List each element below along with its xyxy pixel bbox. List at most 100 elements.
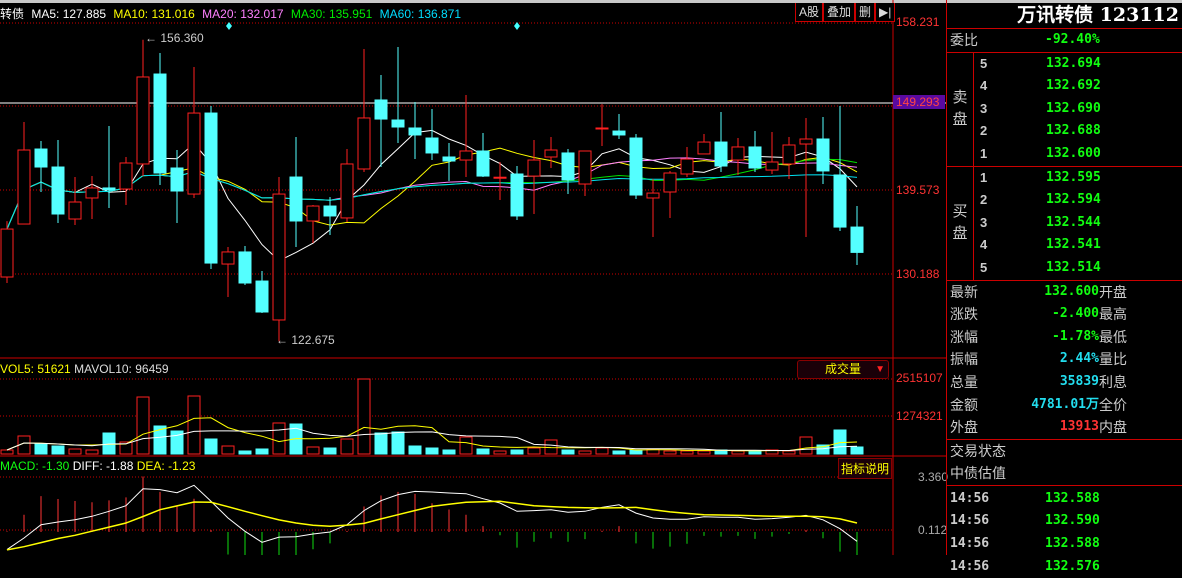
candle-body <box>323 205 337 217</box>
volume-bar <box>68 448 82 455</box>
sell-level-row[interactable]: 5 132.694 <box>974 53 1182 76</box>
a-share-button[interactable]: A股 <box>795 3 824 22</box>
sell-level-row[interactable]: 3 132.690 <box>974 98 1182 121</box>
candle-body <box>646 192 660 199</box>
volume-bar <box>663 450 677 455</box>
quote-info-row: 总量 35839 利息 <box>947 371 1182 394</box>
candle-body <box>629 137 643 196</box>
buy-level-price: 132.594 <box>1046 192 1101 208</box>
candle-body <box>544 149 558 158</box>
quote-info-label-right: 最高 <box>1099 306 1127 323</box>
tick-price: 132.588 <box>1045 490 1100 506</box>
buy-level-number: 3 <box>980 214 988 230</box>
sell-level-row[interactable]: 1 132.600 <box>974 143 1182 166</box>
macd-legend: MACD: -1.30 DIFF: -1.88 DEA: -1.23 <box>0 459 195 473</box>
volume-bar <box>374 432 388 455</box>
volume-legend: VOL5: 51621 MAVOL10: 96459 <box>0 362 169 376</box>
candle-body <box>102 187 116 191</box>
candle-body <box>425 137 439 154</box>
candle-body <box>51 166 65 215</box>
candle-body <box>595 127 609 130</box>
volume-bar <box>442 449 456 455</box>
buy-level-number: 5 <box>980 259 988 275</box>
buy-level-price: 132.541 <box>1046 237 1101 253</box>
ma20-legend: MA20: 132.017 <box>202 7 284 21</box>
candle-body <box>391 119 405 128</box>
buy-level-number: 2 <box>980 192 988 208</box>
buy-level-row[interactable]: 5 132.514 <box>974 257 1182 280</box>
volume-bar <box>306 446 320 455</box>
dea-value: DEA: -1.23 <box>136 459 196 473</box>
candle-body <box>697 141 711 155</box>
sell-level-price: 132.692 <box>1046 78 1101 94</box>
candle-body <box>731 146 745 161</box>
ma60-line <box>6 170 858 230</box>
weibi-label: 委比 <box>950 32 978 48</box>
volume-axis-label: 1274321 <box>896 409 943 423</box>
delete-button[interactable]: 删 <box>855 3 876 22</box>
candle-body <box>527 159 541 177</box>
quote-info-value: 4781.01万 <box>1031 396 1099 412</box>
candle-body <box>578 150 592 185</box>
quote-panel: 万讯转债 123112 委比 -92.40% 卖盘 5 132.694 4 132.6… <box>946 0 1182 574</box>
volume-bar <box>34 443 48 455</box>
volume-bar <box>323 447 337 455</box>
sell-level-price: 132.694 <box>1046 55 1101 71</box>
volume-axis-label: 2515107 <box>896 371 943 385</box>
volume-bar <box>459 436 473 455</box>
buy-level-row[interactable]: 3 132.544 <box>974 212 1182 235</box>
tick-list[interactable]: 14:56 132.588 14:56 132.590 14:56 132.588 14:5… <box>947 486 1182 578</box>
tick-price: 132.590 <box>1045 513 1100 529</box>
quote-info-label: 涨幅 <box>950 328 978 345</box>
price-axis-label: 130.188 <box>896 267 940 281</box>
volume-bar <box>391 431 405 455</box>
volume-bar <box>782 450 796 455</box>
sell-level-number: 2 <box>980 123 988 139</box>
quote-info-value: 35839 <box>1059 373 1099 389</box>
overlay-button[interactable]: 叠加 <box>823 3 856 22</box>
indicator-selector[interactable]: 成交量 ▼ <box>797 360 889 379</box>
candle-body <box>306 205 320 222</box>
buy-level-row[interactable]: 2 132.594 <box>974 189 1182 212</box>
buy-level-row[interactable]: 4 132.541 <box>974 234 1182 257</box>
buy-level-row[interactable]: 1 132.595 <box>974 167 1182 190</box>
low-price-annotation: ← 122.675 <box>276 333 335 347</box>
candle-body <box>561 152 575 181</box>
volume-bar <box>850 446 864 455</box>
quote-info-label: 振幅 <box>950 351 978 368</box>
candle-body <box>476 150 490 177</box>
low-price-value: 122.675 <box>291 333 335 347</box>
volume-bar <box>238 450 252 455</box>
sell-level-number: 1 <box>980 145 988 161</box>
tick-price: 132.576 <box>1045 558 1100 574</box>
candle-body <box>255 280 269 313</box>
candle-body <box>850 226 864 253</box>
price-axis-label: 139.573 <box>896 183 940 197</box>
quote-info-label-right: 内盘 <box>1099 419 1127 436</box>
buy-level-number: 4 <box>980 237 988 253</box>
quote-info-label-right: 开盘 <box>1099 283 1127 300</box>
sell-level-row[interactable]: 2 132.688 <box>974 120 1182 143</box>
quote-info-row: 涨幅 -1.78% 最低 <box>947 326 1182 349</box>
expand-icon[interactable]: ▶| <box>875 3 896 22</box>
sell-level-row[interactable]: 4 132.692 <box>974 75 1182 98</box>
volume-bar <box>153 425 167 455</box>
mavol10-legend: MAVOL10: 96459 <box>74 362 169 376</box>
high-price-annotation: ← 156.360 <box>145 31 204 45</box>
volume-bar <box>680 450 694 455</box>
candle-body <box>34 148 48 168</box>
quote-info-value: 2.44% <box>1059 351 1099 367</box>
buy-side-label: 买盘 <box>947 166 974 280</box>
candle-body <box>748 146 762 169</box>
quote-info-label: 外盘 <box>950 419 978 436</box>
candle-body <box>136 76 150 165</box>
buy-book: 买盘 1 132.595 2 132.594 3 132.544 4 132.541 5 132.… <box>947 166 1182 281</box>
quote-info-row: 外盘 13913 内盘 <box>947 416 1182 439</box>
candle-body <box>663 172 677 193</box>
quote-info-value: -1.78% <box>1052 328 1099 344</box>
quote-info-label: 最新 <box>950 283 978 300</box>
candle-body <box>204 112 218 264</box>
candle-body <box>187 112 201 195</box>
volume-bar <box>748 450 762 455</box>
indicator-help-button[interactable]: 指标说明 <box>838 458 893 479</box>
